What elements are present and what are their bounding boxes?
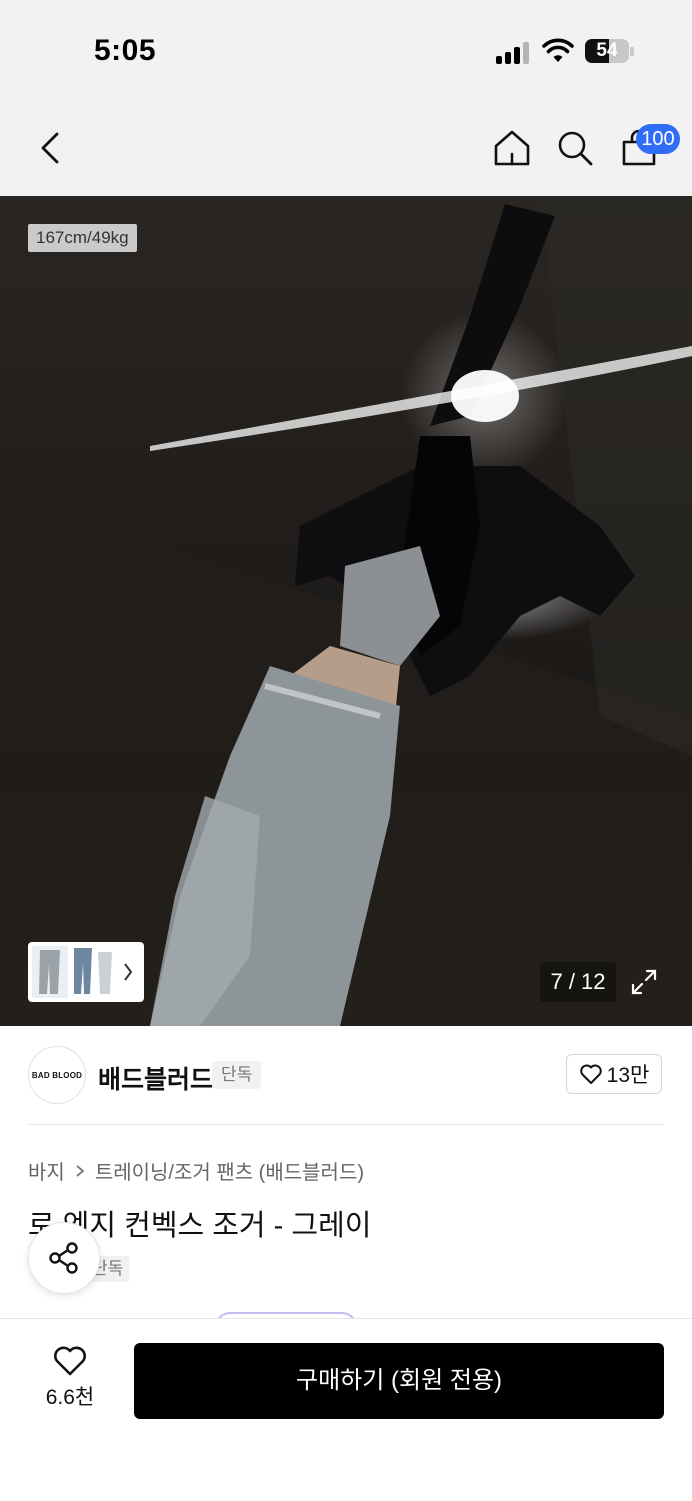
chevron-right-icon [124,963,133,981]
battery-icon: 54 [585,39,629,63]
wishlist-count: 6.6천 [45,1386,95,1409]
status-time: 5:05 [94,34,157,67]
search-button[interactable] [549,122,601,174]
expand-image-button[interactable] [624,962,664,1002]
buy-button[interactable]: 구매하기 (회원 전용) [134,1343,664,1419]
brand-logo[interactable]: BAD BLOOD [28,1046,86,1104]
image-page-counter: 7 / 12 [540,962,616,1002]
back-icon [41,132,59,164]
breadcrumb: 바지 트레이닝/조거 팬츠 (배드블러드) [28,1156,364,1185]
battery-cap [630,47,634,56]
breadcrumb-item[interactable]: 트레이닝/조거 팬츠 (배드블러드) [95,1156,364,1185]
top-nav [0,100,692,196]
chevron-right-icon [76,1164,85,1177]
wishlist-button[interactable]: 6.6천 [30,1345,110,1415]
cellular-signal-icon [496,40,532,64]
brand-logo-text: BAD BLOOD [31,1070,83,1080]
brand-exclusive-tag: 단독 [212,1061,262,1089]
heart-icon [579,1064,602,1084]
brand-row: BAD BLOOD 배드블러드 단독 13만 [0,1026,692,1126]
bottom-action-bar: 6.6천 구매하기 (회원 전용) [0,1318,692,1501]
section-divider [28,1124,664,1125]
model-size-tag: 167cm/49kg [28,224,137,252]
product-thumbnail-link[interactable] [28,942,144,1002]
home-icon [494,130,530,166]
brand-name[interactable]: 배드블러드 [98,1060,213,1096]
brand-like-count: 13만 [606,1064,650,1087]
back-button[interactable] [24,122,76,174]
heart-icon [54,1346,86,1376]
breadcrumb-item[interactable]: 바지 [28,1156,65,1185]
product-photo [0,196,692,1026]
status-bar: 5:05 54 [0,0,692,100]
search-icon [558,131,593,166]
share-button[interactable] [28,1222,100,1294]
cart-count-badge: 100 [636,124,680,154]
expand-icon [631,969,657,995]
product-image[interactable]: 167cm/49kg 7 / 12 [0,196,692,1026]
wifi-icon [542,38,574,62]
home-button[interactable] [486,122,538,174]
battery-percent: 54 [596,40,618,61]
product-thumbnail [32,946,133,998]
brand-like-button[interactable]: 13만 [566,1054,662,1094]
share-icon [49,1242,78,1274]
